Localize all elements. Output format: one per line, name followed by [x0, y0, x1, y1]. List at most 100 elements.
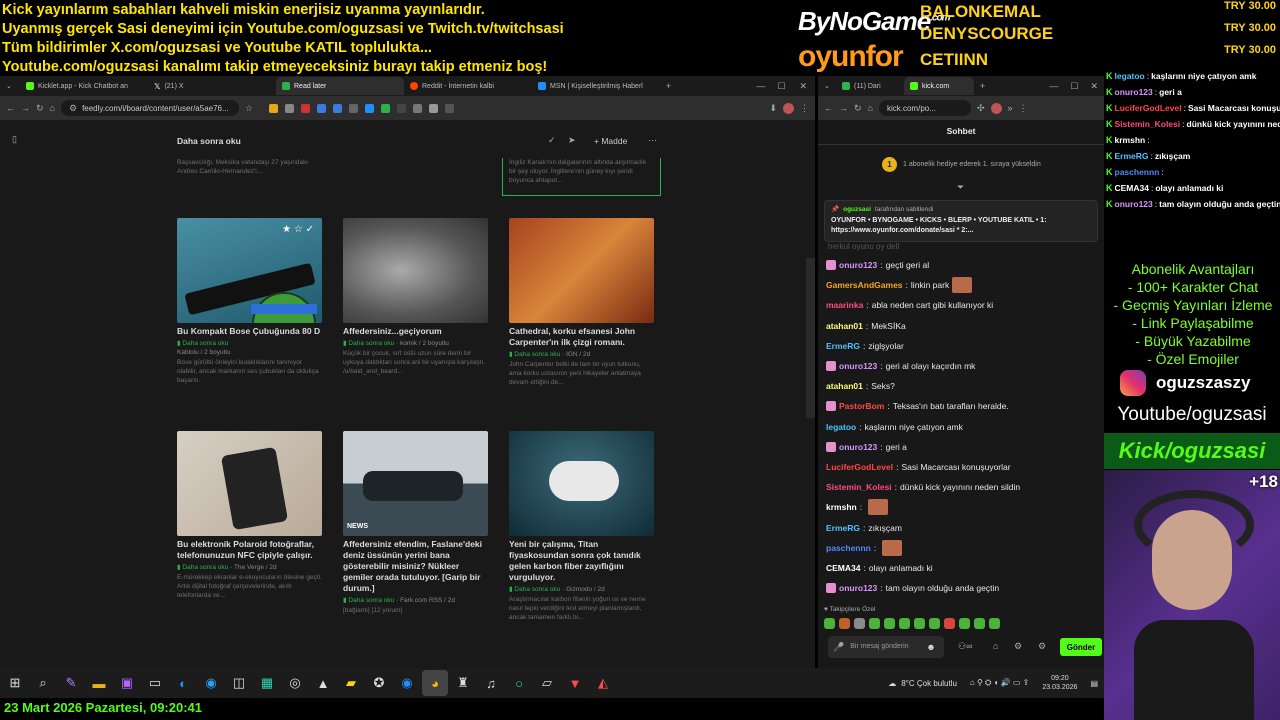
downloads-icon[interactable]: ⬇	[769, 103, 777, 114]
camera-icon[interactable]: ◫	[226, 670, 252, 696]
puzzle-icon[interactable]: ✣	[977, 103, 985, 114]
home-icon[interactable]: ⌂	[868, 103, 873, 113]
app-icon[interactable]: ◎	[282, 670, 308, 696]
emote-icon[interactable]	[929, 618, 940, 629]
chat-message[interactable]: ErmeRG: zıkışçam	[826, 517, 1102, 537]
chat-message[interactable]: PastorBom: Teksas'ın batı tarafları heral…	[826, 396, 1102, 416]
group-icon[interactable]: ⚇∞	[958, 641, 972, 652]
desktop-icon[interactable]: ▭	[142, 670, 168, 696]
star-icon[interactable]: ☆	[245, 103, 253, 114]
article-card[interactable]: Cathedral, korku efsanesi John Carpenter…	[509, 218, 654, 387]
emote-icon[interactable]	[899, 618, 910, 629]
pinned-message[interactable]: 📌 oguzsasi tarafından sabitlendi OYUNFOR •…	[824, 200, 1098, 242]
profile-avatar[interactable]	[783, 102, 794, 114]
store-icon[interactable]: ⌂	[993, 641, 998, 651]
app-icon[interactable]: ◐	[170, 670, 196, 696]
emote-icon[interactable]	[959, 618, 970, 629]
chat-message[interactable]: atahan01: MekSİKa	[826, 316, 1102, 336]
chat-message[interactable]: onuro123: geçti geri al	[826, 255, 1102, 275]
url-field[interactable]: ⚙ feedly.com/i/board/content/user/a5ae76.…	[60, 100, 239, 116]
emote-icon[interactable]	[989, 618, 1000, 629]
reload-icon[interactable]: ↻	[36, 103, 44, 114]
file-explorer-icon[interactable]: ▬	[86, 670, 112, 696]
url-field[interactable]: kick.com/po...	[878, 100, 971, 116]
tray-icons[interactable]: ⌂ ⚲ ⛭ ◖ 🔊 ▭ ⇪	[970, 678, 1029, 688]
chat-username[interactable]: onuro123	[839, 361, 877, 371]
new-tab-icon[interactable]: +	[980, 81, 985, 91]
extension-icon[interactable]	[349, 103, 359, 113]
chat-username[interactable]: LuciferGodLevel	[826, 462, 893, 472]
emote-icon[interactable]	[914, 618, 925, 629]
emote-icon[interactable]	[869, 618, 880, 629]
mic-icon[interactable]: 🎤	[833, 642, 844, 653]
chat-message[interactable]: LuciferGodLevel: Sasi Macarcası konuşuyor…	[826, 457, 1102, 477]
app-icon[interactable]: ◭	[590, 670, 616, 696]
bot-icon[interactable]: ⚙	[1038, 641, 1046, 652]
more-tabs-icon[interactable]: »	[1008, 103, 1013, 113]
chat-username[interactable]: atahan01	[826, 381, 863, 391]
article-card[interactable]: ★ ☆ ✓ Bu Kompakt Bose Çubuğunda 80 D ▮ D…	[177, 218, 322, 385]
browser-tab[interactable]: MSN | Kişiselleştirilmiş Haberl	[532, 77, 660, 95]
new-tab-icon[interactable]: +	[666, 81, 671, 91]
weather-text[interactable]: 8°C Çok bulutlu	[901, 679, 957, 688]
chat-message[interactable]: onuro123: tam olayın olduğu anda geçtin	[826, 578, 1102, 598]
menu-icon[interactable]: ⋮	[1019, 103, 1028, 114]
menu-icon[interactable]: ⋮	[800, 103, 809, 114]
browser-tab[interactable]: Reddit - İnternetin kalbi	[404, 77, 532, 95]
chat-username[interactable]: legatoo	[826, 422, 856, 432]
emote-icon[interactable]	[854, 618, 865, 629]
chat-username[interactable]: ErmeRG	[826, 523, 860, 533]
browser-tab[interactable]: (11) Dari	[836, 77, 904, 95]
browser-tab[interactable]: Kicklet.app - Kick Chatbot an	[20, 77, 148, 95]
extension-icon[interactable]	[413, 103, 423, 113]
chat-username[interactable]: onuro123	[839, 583, 877, 593]
maximize-icon[interactable]: ☐	[1070, 81, 1078, 92]
reload-icon[interactable]: ↻	[854, 103, 862, 114]
tab-search-icon[interactable]: ⌄	[0, 77, 20, 95]
chat-message[interactable]: Sistemin_Kolesi: dünkü kick yayınını nede…	[826, 477, 1102, 497]
share-icon[interactable]: ➤	[568, 135, 576, 146]
send-button[interactable]: Gönder	[1060, 638, 1102, 656]
chat-username[interactable]: atahan01	[826, 321, 863, 331]
minimize-icon[interactable]: —	[756, 81, 765, 91]
chat-username[interactable]: onuro123	[839, 260, 877, 270]
emote-icon[interactable]	[944, 618, 955, 629]
chat-username[interactable]: onuro123	[839, 442, 877, 452]
app-icon[interactable]: ▦	[254, 670, 280, 696]
chat-message[interactable]: onuro123: geri a	[826, 437, 1102, 457]
maximize-icon[interactable]: ☐	[777, 81, 785, 92]
article-card[interactable]: Yeni bir çalışma, Titan fiyaskosundan so…	[509, 431, 654, 622]
chrome-icon[interactable]: ◕	[422, 670, 448, 696]
settings-icon[interactable]: ⚙	[1014, 641, 1022, 652]
pen-icon[interactable]: ✎	[58, 670, 84, 696]
close-icon[interactable]: ✕	[799, 81, 807, 92]
clock[interactable]: 09:20 23.03.2026	[1042, 674, 1077, 692]
add-item-button[interactable]: + Madde	[594, 136, 627, 146]
extension-icon[interactable]	[445, 103, 455, 113]
app-icon[interactable]: ✪	[366, 670, 392, 696]
browser-tab[interactable]: 𝕏 (21) X	[148, 77, 276, 95]
music-icon[interactable]: ♫	[478, 670, 504, 696]
profile-avatar[interactable]	[990, 102, 1002, 114]
back-icon[interactable]: ←	[6, 103, 15, 113]
article-card[interactable]: NEWS Affedersiniz efendim, Faslane'deki …	[343, 431, 488, 615]
extension-icon[interactable]	[333, 103, 343, 113]
notification-icon[interactable]: ▤	[1090, 679, 1098, 688]
sticky-notes-icon[interactable]: ▰	[338, 670, 364, 696]
extension-icon[interactable]	[317, 103, 327, 113]
onenote-icon[interactable]: ▣	[114, 670, 140, 696]
app-icon[interactable]: ▲	[310, 670, 336, 696]
edge-icon[interactable]: ◉	[198, 670, 224, 696]
collapse-icon[interactable]: ⏷	[957, 182, 964, 193]
scrollbar[interactable]	[806, 258, 815, 418]
chat-message[interactable]: onuro123: geri al olayı kaçırdın mk	[826, 356, 1102, 376]
home-icon[interactable]: ⌂	[50, 103, 55, 113]
start-icon[interactable]: ⊞	[2, 670, 28, 696]
app-icon[interactable]: ▱	[534, 670, 560, 696]
close-icon[interactable]: ✕	[1090, 81, 1098, 92]
emote-icon[interactable]	[824, 618, 835, 629]
vivaldi-icon[interactable]: ▼	[562, 670, 588, 696]
back-icon[interactable]: ←	[824, 103, 833, 113]
forward-icon[interactable]: →	[21, 103, 30, 113]
emote-icon[interactable]	[839, 618, 850, 629]
